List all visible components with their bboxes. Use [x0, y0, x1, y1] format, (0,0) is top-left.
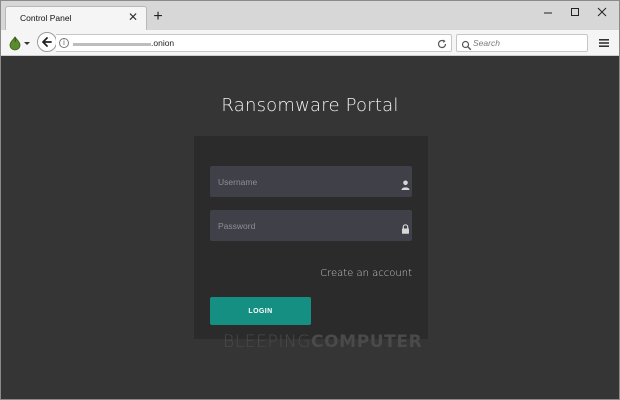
info-icon[interactable]: i: [59, 38, 69, 48]
maximize-icon[interactable]: [564, 5, 586, 19]
login-button[interactable]: LOGIN: [210, 297, 311, 325]
watermark: BLEEPINGCOMPUTER: [223, 332, 422, 352]
user-icon: [401, 177, 410, 190]
watermark-part1: BLEEPING: [223, 332, 312, 352]
minimize-icon[interactable]: [537, 5, 559, 19]
search-bar[interactable]: [456, 34, 588, 52]
search-icon: [461, 38, 472, 51]
tab-close-icon[interactable]: ✕: [126, 10, 140, 24]
tab-control-panel[interactable]: Control Panel ✕: [5, 6, 147, 30]
search-input[interactable]: [473, 36, 583, 50]
onion-icon[interactable]: [7, 34, 31, 52]
username-field[interactable]: [210, 166, 412, 197]
browser-window: Control Panel ✕ + i .onion Search Ransom…: [0, 0, 620, 400]
create-account-link[interactable]: Create an account: [320, 268, 412, 279]
page-content: Ransomware Portal Create an account LOGI…: [1, 56, 619, 399]
lock-icon: [401, 221, 410, 234]
back-arrow-icon[interactable]: [37, 32, 57, 52]
url-text: .onion: [151, 38, 175, 48]
password-input[interactable]: [218, 218, 388, 233]
login-card: Create an account LOGIN: [194, 136, 428, 339]
navigation-bar: i .onion: [1, 30, 619, 56]
redacted-url-segment: [73, 43, 151, 46]
tab-title: Control Panel: [20, 13, 72, 23]
page-title: Ransomware Portal: [221, 95, 399, 116]
new-tab-button[interactable]: +: [151, 9, 165, 25]
url-bar[interactable]: i .onion: [56, 34, 452, 52]
reload-icon[interactable]: [436, 37, 448, 49]
password-field[interactable]: [210, 210, 412, 241]
hamburger-menu-icon[interactable]: [597, 36, 611, 50]
tab-strip: Control Panel ✕ +: [1, 1, 619, 30]
watermark-part2: COMPUTER: [311, 332, 423, 352]
username-input[interactable]: [218, 174, 388, 189]
close-icon[interactable]: [591, 5, 613, 19]
